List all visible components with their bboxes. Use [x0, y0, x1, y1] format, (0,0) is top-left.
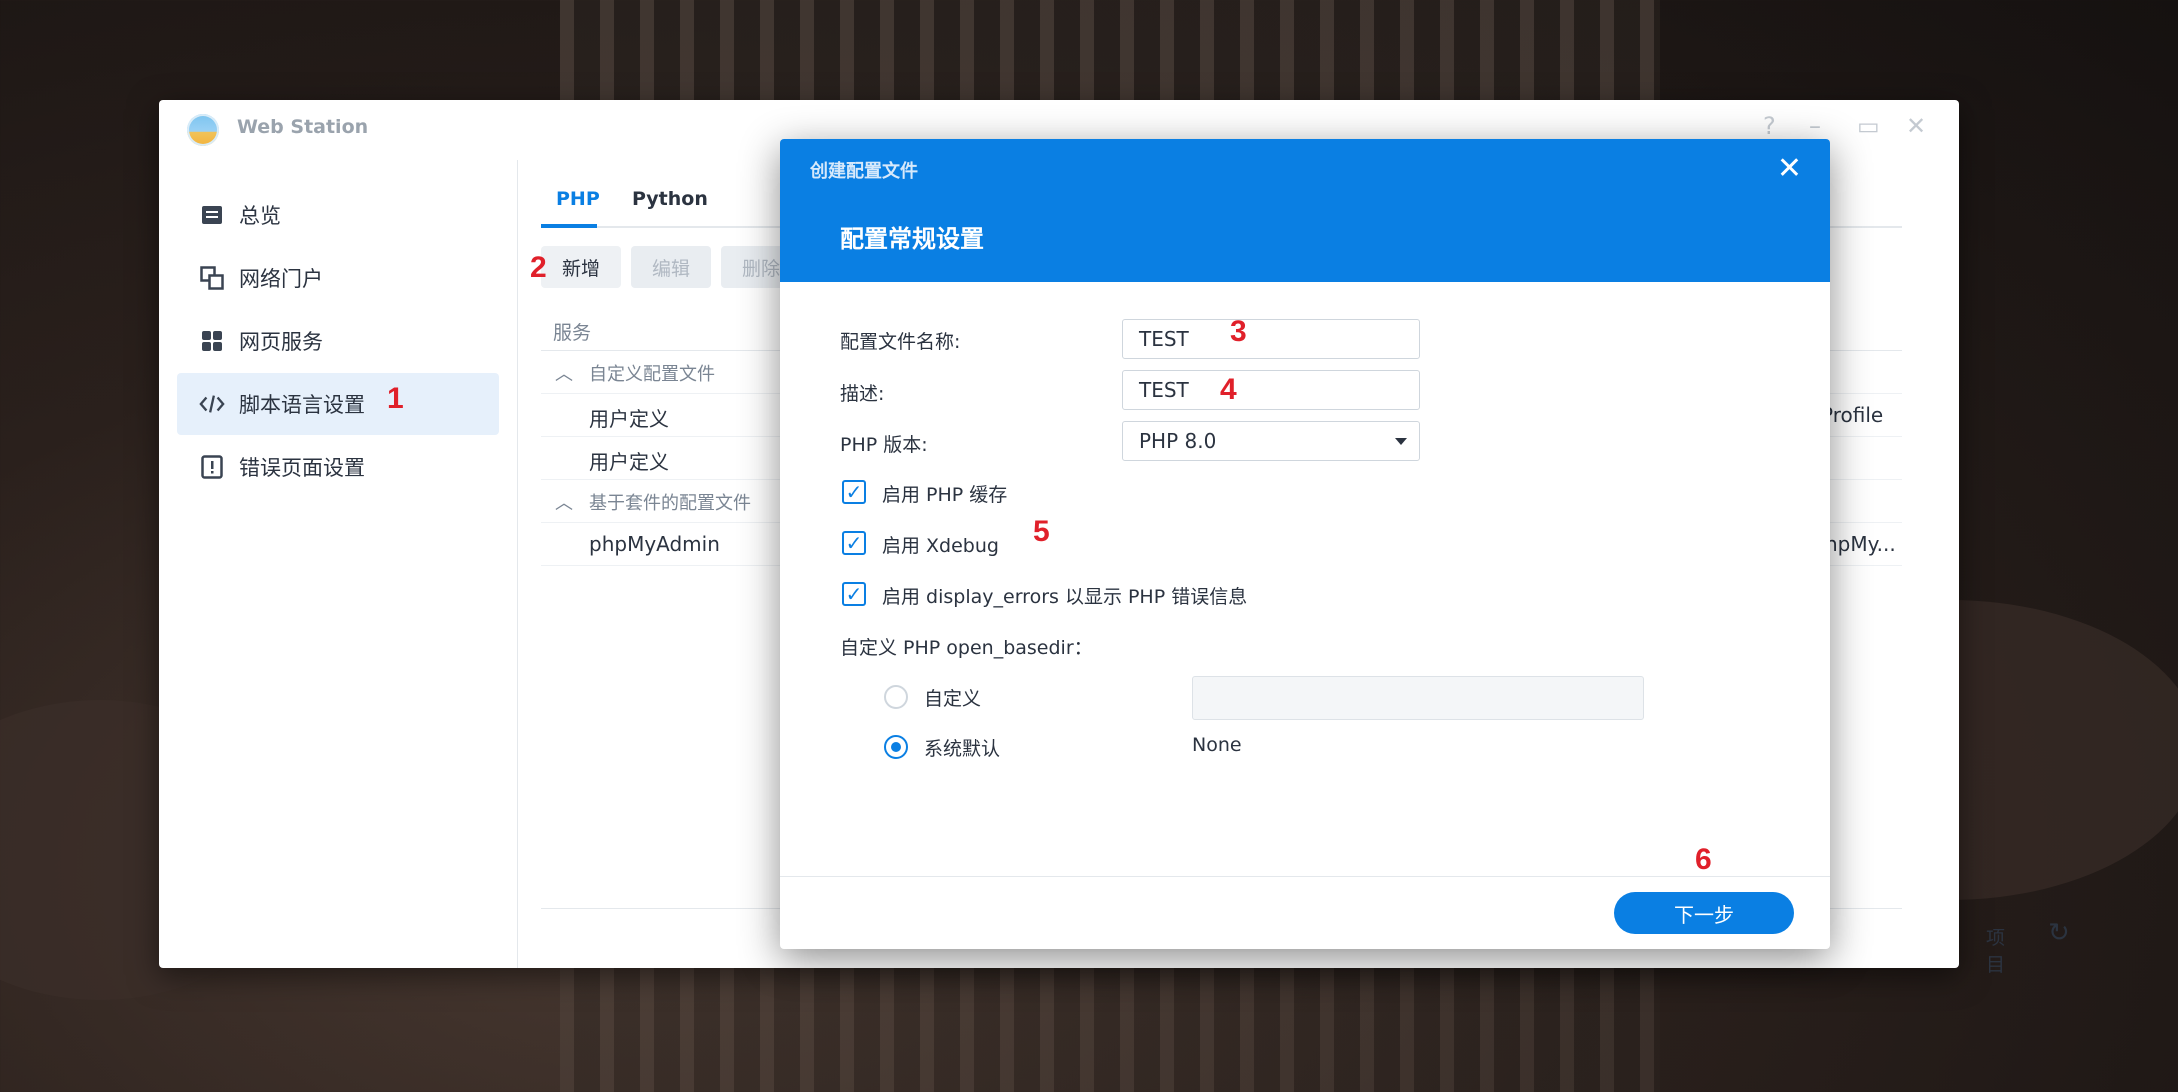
edit-button[interactable]: 编辑: [631, 246, 711, 288]
row-label: 用户定义: [589, 407, 669, 431]
open-basedir-input[interactable]: [1192, 676, 1644, 720]
annotation-6: 6: [1695, 843, 1712, 876]
portal-icon: [199, 265, 225, 291]
close-icon[interactable]: ✕: [1906, 112, 1926, 140]
description-label: 描述:: [840, 383, 885, 405]
annotation-2: 2: [530, 251, 547, 284]
dialog-title: 创建配置文件: [810, 161, 918, 182]
enable-php-cache-checkbox[interactable]: ✓: [842, 480, 866, 504]
sidebar-item-services[interactable]: 网页服务: [177, 310, 499, 372]
enable-display-errors-checkbox[interactable]: ✓: [842, 582, 866, 606]
radio-system-default-label: 系统默认: [924, 738, 1001, 760]
group-label: 自定义配置文件: [589, 364, 715, 385]
overview-icon: [199, 202, 225, 228]
enable-display-errors-label: 启用 display_errors 以显示 PHP 错误信息: [882, 586, 1248, 608]
profile-name-label: 配置文件名称:: [840, 331, 961, 353]
annotation-4: 4: [1220, 373, 1237, 406]
php-version-select[interactable]: PHP 8.0: [1122, 421, 1420, 461]
background-decoration: [560, 0, 1660, 100]
maximize-icon[interactable]: ▭: [1857, 112, 1880, 140]
radio-system-default[interactable]: [884, 735, 908, 759]
sidebar-item-label: 网络门户: [239, 267, 323, 291]
enable-php-cache-label: 启用 PHP 缓存: [882, 484, 1008, 506]
enable-xdebug-label: 启用 Xdebug: [882, 535, 999, 557]
background-decoration: [560, 965, 1660, 1092]
refresh-icon[interactable]: ↻: [2048, 918, 2070, 948]
sidebar-item-portal[interactable]: 网络门户: [177, 247, 499, 309]
dialog-header: 创建配置文件 ✕ 配置常规设置: [780, 139, 1830, 282]
help-icon[interactable]: ?: [1763, 112, 1776, 140]
php-version-value: PHP 8.0: [1139, 429, 1217, 453]
column-header-service: 服务: [553, 322, 592, 344]
sidebar-item-label: 网页服务: [239, 330, 323, 354]
chevron-down-icon: [1395, 438, 1407, 445]
minimize-icon[interactable]: –: [1809, 112, 1821, 140]
create-profile-dialog: 创建配置文件 ✕ 配置常规设置 配置文件名称: TEST 描述: TEST PH…: [780, 139, 1830, 949]
chevron-up-icon[interactable]: ︿: [555, 360, 573, 386]
dialog-footer-divider: [780, 876, 1830, 877]
dialog-step-title: 配置常规设置: [840, 225, 984, 253]
radio-custom-label: 自定义: [924, 688, 982, 710]
sidebar-item-overview[interactable]: 总览: [177, 184, 499, 246]
add-button[interactable]: 新增: [541, 246, 621, 288]
sidebar-item-label: 错误页面设置: [239, 456, 365, 480]
annotation-1: 1: [387, 382, 404, 415]
row-profile: Profile: [1821, 403, 1884, 427]
tab-php[interactable]: PHP: [556, 188, 600, 210]
annotation-5: 5: [1033, 515, 1050, 548]
default-basedir-value: None: [1192, 734, 1242, 756]
sidebar-item-script-language[interactable]: 脚本语言设置: [177, 373, 499, 435]
group-label: 基于套件的配置文件: [589, 493, 751, 514]
sidebar-item-error-page[interactable]: 错误页面设置: [177, 436, 499, 498]
enable-xdebug-checkbox[interactable]: ✓: [842, 531, 866, 555]
radio-custom[interactable]: [884, 685, 908, 709]
php-version-label: PHP 版本:: [840, 434, 928, 456]
description-input[interactable]: TEST: [1122, 370, 1420, 410]
row-label: phpMyAdmin: [589, 532, 720, 556]
next-button[interactable]: 下一步: [1614, 892, 1794, 934]
error-page-icon: [199, 454, 225, 480]
services-icon: [199, 328, 225, 354]
open-basedir-label: 自定义 PHP open_basedir：: [840, 637, 1093, 659]
chevron-up-icon[interactable]: ︿: [555, 489, 573, 515]
tab-python[interactable]: Python: [632, 188, 708, 210]
sidebar-item-label: 脚本语言设置: [239, 393, 365, 417]
web-station-logo-icon: [187, 114, 219, 146]
profile-name-input[interactable]: TEST: [1122, 319, 1420, 359]
sidebar-item-label: 总览: [239, 204, 281, 228]
annotation-3: 3: [1230, 315, 1247, 348]
sidebar: 总览 网络门户 网页服务 脚本语言设置 错误页面设置: [159, 160, 518, 968]
window-title: Web Station: [237, 116, 369, 138]
code-icon: [199, 391, 225, 417]
row-profile: hpMy...: [1825, 532, 1896, 556]
item-count-label: 项目: [1986, 927, 2006, 976]
row-label: 用户定义: [589, 450, 669, 474]
close-icon[interactable]: ✕: [1777, 151, 1802, 186]
tab-active-indicator: [541, 224, 597, 228]
